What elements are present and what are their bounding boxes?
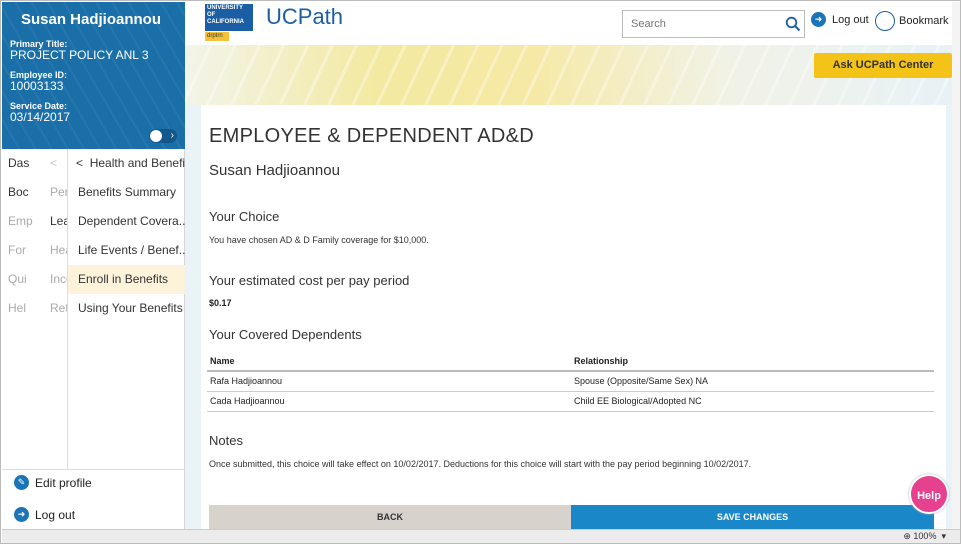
university-of-california-logo[interactable]: UNIVERSITY OF CALIFORNIA drptrn xyxy=(205,4,255,41)
search-input[interactable] xyxy=(623,11,773,37)
left-sidebar: Susan Hadjioannou Primary Title: PROJECT… xyxy=(2,2,185,529)
nav-column-primary: Das Boc Emp For Qui Hel xyxy=(2,149,47,323)
notes-text: Once submitted, this choice will take ef… xyxy=(209,459,752,469)
nav-item-employee[interactable]: Emp xyxy=(2,207,47,236)
column-header-relationship: Relationship xyxy=(571,351,934,372)
bookmark-icon xyxy=(875,11,895,31)
chevron-right-icon: › xyxy=(170,130,174,141)
top-header: UNIVERSITY OF CALIFORNIA drptrn UCPath ➜… xyxy=(185,2,960,44)
dependent-name: Rafa Hadjioannou xyxy=(207,371,571,392)
logout-icon: ➜ xyxy=(14,507,29,522)
sidebar-log-out-link[interactable]: ➜ Log out xyxy=(14,507,75,522)
nav-column-health-benefits: < Health and Benefits Benefits Summary D… xyxy=(67,149,185,469)
cost-value: $0.17 xyxy=(209,298,232,308)
ucpath-brand[interactable]: UCPath xyxy=(266,4,343,30)
dependent-relationship: Spouse (Opposite/Same Sex) NA xyxy=(571,371,934,392)
hero-banner: Ask UCPath Center xyxy=(185,45,960,105)
nav-item-personal[interactable]: Per xyxy=(47,178,67,207)
toggle-knob xyxy=(150,130,162,142)
employee-id-value: 10003133 xyxy=(10,79,64,93)
browser-status-bar: ⊕ 100% ▾ xyxy=(2,529,960,543)
profile-card: Susan Hadjioannou Primary Title: PROJECT… xyxy=(2,2,185,149)
nav-item-health[interactable]: Hea xyxy=(47,236,67,265)
bookmark-button[interactable]: Bookmark xyxy=(875,11,949,31)
sidebar-log-out-label: Log out xyxy=(35,507,76,522)
your-choice-text: You have chosen AD & D Family coverage f… xyxy=(209,235,429,245)
nav-item-quick-links[interactable]: Qui xyxy=(2,265,47,294)
page-title: EMPLOYEE & DEPENDENT AD&D xyxy=(209,125,534,147)
vertical-scrollbar[interactable] xyxy=(952,2,960,529)
header-log-out-label: Log out xyxy=(832,13,869,26)
nav-item-retirement[interactable]: Ret xyxy=(47,294,67,323)
nav-item-leave[interactable]: Lea xyxy=(47,207,67,236)
notes-heading: Notes xyxy=(209,433,243,448)
employee-name: Susan Hadjioannou xyxy=(209,162,340,179)
chevron-down-icon: ▾ xyxy=(938,531,946,541)
nav-item-life-events[interactable]: Life Events / Benef... xyxy=(68,236,185,265)
nav-section-title: Health and Benefits xyxy=(89,156,185,170)
sidebar-collapse-toggle[interactable]: › xyxy=(149,129,177,143)
chevron-left-icon: < xyxy=(76,156,90,170)
column-header-name: Name xyxy=(207,351,571,372)
back-chevron-icon[interactable]: < xyxy=(47,149,67,178)
table-header-row: Name Relationship xyxy=(207,351,934,372)
nav-item-income[interactable]: Inco xyxy=(47,265,67,294)
profile-name: Susan Hadjioannou xyxy=(21,11,162,28)
help-button[interactable]: Help xyxy=(909,474,949,514)
uc-logo-box: UNIVERSITY OF CALIFORNIA xyxy=(205,4,253,31)
nav-item-using-your-benefits[interactable]: Using Your Benefits xyxy=(68,294,185,323)
nav-item-enroll-in-benefits[interactable]: Enroll in Benefits xyxy=(68,265,185,294)
table-row: Cada Hadjioannou Child EE Biological/Ado… xyxy=(207,391,934,412)
uc-logo-tag: drptrn xyxy=(205,32,229,41)
pencil-icon: ✎ xyxy=(14,475,29,490)
search-box[interactable] xyxy=(622,10,805,38)
edit-profile-link[interactable]: ✎ Edit profile xyxy=(14,475,92,490)
save-changes-button[interactable]: SAVE CHANGES xyxy=(571,505,934,529)
dependents-table: Name Relationship Rafa Hadjioannou Spous… xyxy=(207,351,934,412)
ask-ucpath-center-button[interactable]: Ask UCPath Center xyxy=(814,53,952,78)
nav-item-help[interactable]: Hel xyxy=(2,294,47,323)
covered-dependents-heading: Your Covered Dependents xyxy=(209,327,362,342)
table-row: Rafa Hadjioannou Spouse (Opposite/Same S… xyxy=(207,371,934,392)
nav-section-back[interactable]: < Health and Benefits xyxy=(68,149,185,178)
nav-item-benefits-summary[interactable]: Benefits Summary xyxy=(68,178,185,207)
dependent-name: Cada Hadjioannou xyxy=(207,391,571,412)
logout-icon: ➜ xyxy=(811,12,826,27)
zoom-icon: ⊕ xyxy=(903,531,911,541)
back-button[interactable]: BACK xyxy=(209,505,571,529)
zoom-level[interactable]: ⊕ 100% ▾ xyxy=(903,531,946,542)
nav-item-bookmarks[interactable]: Boc xyxy=(2,178,47,207)
dependent-relationship: Child EE Biological/Adopted NC xyxy=(571,391,934,412)
nav-column-secondary: < Per Lea Hea Inco Ret xyxy=(47,149,67,323)
edit-profile-label: Edit profile xyxy=(35,475,92,490)
sidebar-footer: ✎ Edit profile ➜ Log out xyxy=(2,469,185,529)
header-log-out-button[interactable]: ➜ Log out xyxy=(811,12,869,27)
primary-title-value: PROJECT POLICY ANL 3 xyxy=(10,48,149,62)
zoom-value: 100% xyxy=(913,531,937,541)
service-date-value: 03/14/2017 xyxy=(10,110,71,124)
search-icon[interactable] xyxy=(785,16,801,32)
your-choice-heading: Your Choice xyxy=(209,209,280,224)
nav-item-forms[interactable]: For xyxy=(2,236,47,265)
nav-item-dashboard[interactable]: Das xyxy=(2,149,47,178)
cost-heading: Your estimated cost per pay period xyxy=(209,273,410,288)
nav-item-dependent-coverage[interactable]: Dependent Covera... xyxy=(68,207,185,236)
bookmark-label: Bookmark xyxy=(899,15,949,27)
browser-frame: Susan Hadjioannou Primary Title: PROJECT… xyxy=(0,0,961,544)
